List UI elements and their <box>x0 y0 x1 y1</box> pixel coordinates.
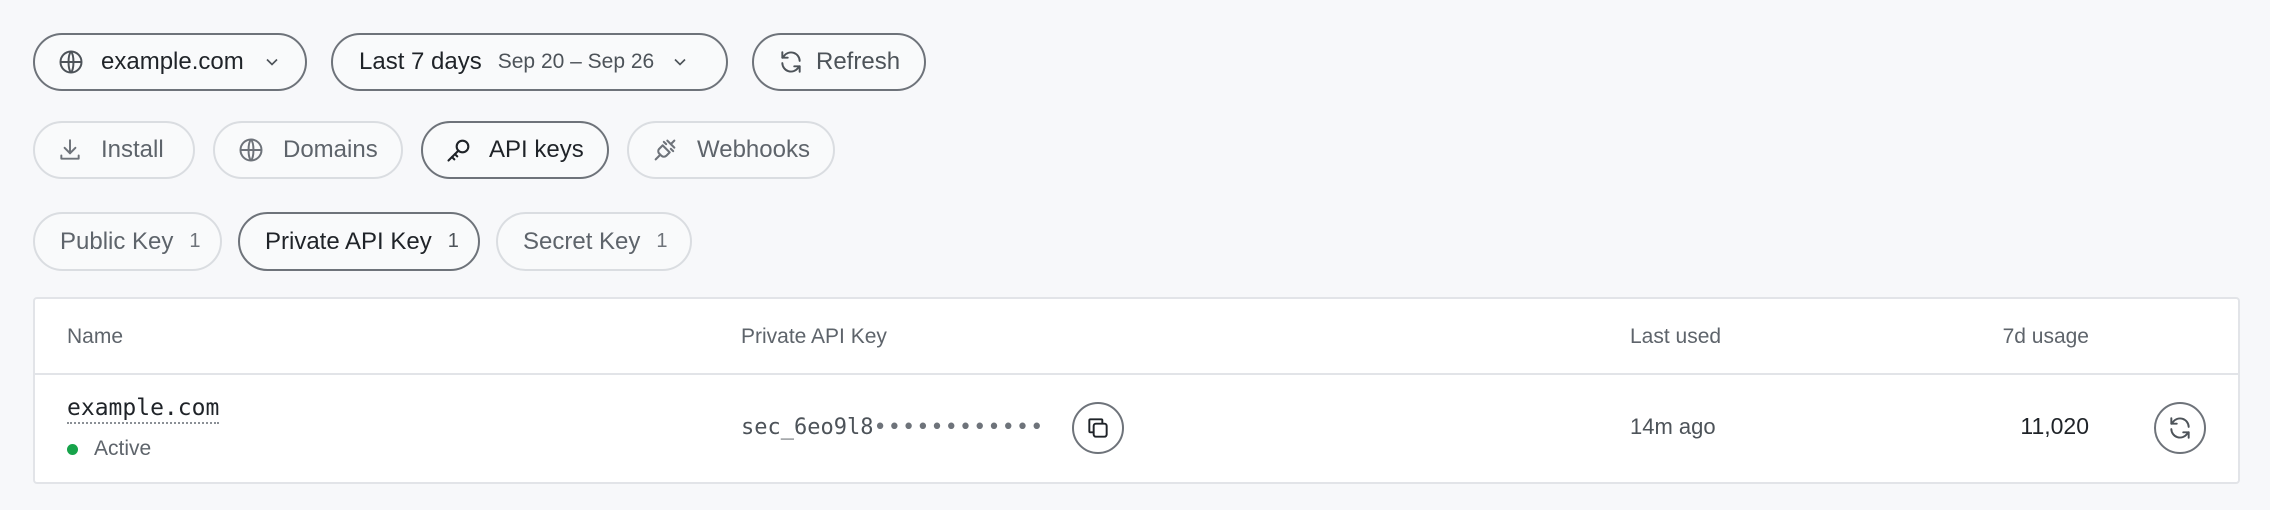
date-range-dates: Sep 20 – Sep 26 <box>497 50 655 73</box>
table-row: example.com Active sec_6eo9l8•••••••••••… <box>35 375 2238 482</box>
tab-private-api-key-label: Private API Key <box>265 227 432 255</box>
status-badge: Active <box>67 437 151 461</box>
chevron-down-icon <box>674 58 686 66</box>
domain-select-label: example.com <box>101 48 244 75</box>
tab-webhooks-label: Webhooks <box>697 136 810 163</box>
column-header-usage: 7d usage <box>2002 325 2089 348</box>
table-header: Name Private API Key Last used 7d usage <box>35 299 2238 375</box>
tab-public-key-count: 1 <box>189 230 201 252</box>
column-header-key: Private API Key <box>741 325 887 348</box>
tab-secret-key[interactable]: Secret Key 1 <box>496 212 692 271</box>
chevron-down-icon <box>266 58 278 66</box>
tab-private-api-key-count: 1 <box>447 230 459 252</box>
date-range-label: Last 7 days <box>359 48 482 75</box>
api-key-value: sec_6eo9l8•••••••••••• <box>741 415 1044 440</box>
column-header-last-used: Last used <box>1630 325 1722 348</box>
download-icon <box>60 139 80 160</box>
usage-value: 11,020 <box>2020 413 2089 439</box>
tab-secret-key-label: Secret Key <box>523 227 641 255</box>
tab-api-keys[interactable]: API keys <box>421 121 609 179</box>
plug-icon <box>654 139 676 161</box>
refresh-button[interactable]: Refresh <box>752 33 926 91</box>
tab-private-api-key[interactable]: Private API Key 1 <box>238 212 480 271</box>
tab-install[interactable]: Install <box>33 121 195 179</box>
copy-icon <box>1088 418 1108 438</box>
column-header-name: Name <box>67 325 124 348</box>
api-keys-table: Name Private API Key Last used 7d usage … <box>33 297 2240 484</box>
api-key-prefix: sec_6eo9l8 <box>741 415 874 440</box>
refresh-label: Refresh <box>816 48 901 75</box>
key-name[interactable]: example.com <box>67 395 220 424</box>
globe-icon <box>59 50 83 74</box>
refresh-icon <box>2170 417 2190 439</box>
tab-domains[interactable]: Domains <box>213 121 403 179</box>
tab-install-label: Install <box>101 136 164 163</box>
api-key-mask: •••••••••••• <box>873 415 1045 440</box>
status-label: Active <box>94 437 152 460</box>
tab-api-keys-label: API keys <box>489 136 584 163</box>
rotate-key-button[interactable] <box>2154 402 2206 454</box>
globe-icon <box>239 138 263 162</box>
domain-select[interactable]: example.com <box>33 33 307 91</box>
tab-webhooks[interactable]: Webhooks <box>627 121 835 179</box>
tab-public-key-label: Public Key <box>60 227 174 255</box>
refresh-icon <box>781 51 801 73</box>
tab-public-key[interactable]: Public Key 1 <box>33 212 222 271</box>
tab-domains-label: Domains <box>283 136 378 163</box>
key-icon <box>447 139 470 162</box>
status-dot <box>67 443 78 455</box>
tab-secret-key-count: 1 <box>656 230 668 252</box>
date-range-select[interactable]: Last 7 days Sep 20 – Sep 26 <box>331 33 728 91</box>
last-used-value: 14m ago <box>1630 414 1716 439</box>
copy-key-button[interactable] <box>1072 402 1124 454</box>
